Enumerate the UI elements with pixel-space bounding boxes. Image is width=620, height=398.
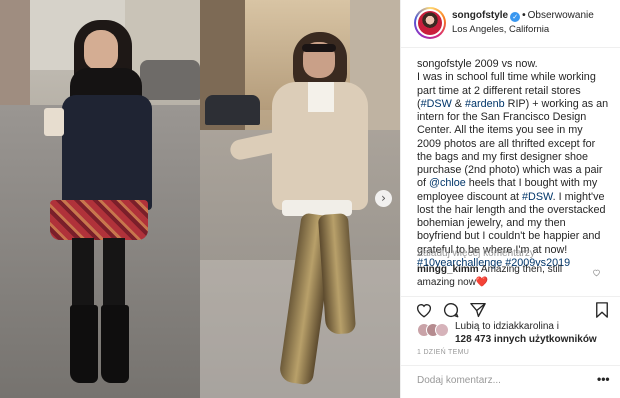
likes-line2: 128 473 innych użytkowników xyxy=(455,333,597,345)
chevron-right-icon[interactable]: › xyxy=(375,190,392,207)
post-header: songofstyle ✓ • Obserwowanie Los Angeles, C… xyxy=(401,0,620,48)
caption-line: lost the hair length and the overstacked xyxy=(417,204,617,217)
avatar[interactable] xyxy=(414,7,446,39)
caption-text: intern for the San Francisco Design xyxy=(417,111,587,123)
caption-text: Center. All the items you see in my xyxy=(417,124,583,137)
caption-line: employee discount at #DSW. I might've xyxy=(417,191,617,204)
post-photo[interactable]: › xyxy=(0,0,400,398)
caption-line: intern for the San Francisco Design xyxy=(417,111,617,124)
liker-avatar xyxy=(435,323,449,337)
caption-text: lost the hair length and the overstacked xyxy=(417,203,606,216)
comment-text-line2: amazing now xyxy=(417,276,476,288)
caption-line: 2009 photos are all thrifted except for xyxy=(417,138,617,151)
more-options-icon[interactable]: ••• xyxy=(597,372,610,386)
add-comment-section: ••• xyxy=(401,365,620,398)
hashtag-link[interactable]: #DSW xyxy=(421,98,452,110)
caption-text: part time at 2 different retail stores xyxy=(417,84,581,97)
heart-icon[interactable] xyxy=(415,301,433,319)
comment-like-heart-icon[interactable] xyxy=(592,268,601,277)
bookmark-icon[interactable] xyxy=(593,301,611,319)
comment-bubble-icon[interactable] xyxy=(442,301,460,319)
verified-badge-icon: ✓ xyxy=(510,12,521,22)
caption-line: songofstyle 2009 vs now. xyxy=(417,58,617,71)
mention-link[interactable]: @chloe xyxy=(429,177,466,189)
caption-line: bohemian jewelry, and my then xyxy=(417,217,617,230)
load-more-comments-button[interactable]: Załaduj więcej komentarzy xyxy=(417,248,535,259)
post-actions-bar xyxy=(401,296,620,320)
caption-text: . I might've xyxy=(552,190,605,203)
post-details-panel: songofstyle ✓ • Obserwowanie Los Angeles, C… xyxy=(400,0,620,398)
caption-line: (#DSW & #ardenb RIP) + working as an xyxy=(417,98,617,111)
post-caption: songofstyle 2009 vs now. I was in school … xyxy=(417,58,617,270)
username-link[interactable]: songofstyle xyxy=(452,10,508,21)
caption-text: employee discount at xyxy=(417,190,523,203)
following-button[interactable]: Obserwowanie xyxy=(528,10,594,21)
caption-line: Center. All the items you see in my xyxy=(417,124,617,137)
likes-text[interactable]: Lubią to idziakkarolina i 128 473 innych… xyxy=(455,321,597,346)
likes-summary: Lubią to idziakkarolina i 128 473 innych… xyxy=(417,321,617,347)
location-link[interactable]: Los Angeles, California xyxy=(452,24,549,35)
caption-text: 2009 photos are all thrifted except for xyxy=(417,137,596,150)
post-author: songofstyle ✓ • Obserwowanie xyxy=(452,10,594,22)
comment-username[interactable]: mingg_kimm xyxy=(417,264,479,275)
photo-2019 xyxy=(200,0,400,398)
caption-text: & xyxy=(451,97,466,110)
caption-text: bohemian jewelry, and my then xyxy=(417,217,566,229)
photo-2009 xyxy=(0,0,200,398)
post-timestamp[interactable]: 1 DZIEŃ TEMU xyxy=(417,349,469,356)
caption-line: I was in school full time while working xyxy=(417,71,617,84)
caption-line: purchase (2nd photo) which was a pair xyxy=(417,164,617,177)
caption-text: boyfriend but I couldn't be happier and xyxy=(417,230,601,243)
hashtag-link[interactable]: #DSW xyxy=(522,191,553,203)
likes-line1: Lubią to idziakkarolina i xyxy=(455,321,559,332)
caption-text: the bags and my first designer shoe xyxy=(417,150,589,163)
caption-line: of @chloe heels that I bought with my xyxy=(417,177,617,190)
caption-text: heels that I bought with my xyxy=(465,177,598,190)
hashtag-link[interactable]: #ardenb xyxy=(465,98,505,110)
caption-text: of xyxy=(417,177,430,190)
caption-line: boyfriend but I couldn't be happier and xyxy=(417,230,617,243)
add-comment-input[interactable] xyxy=(417,375,587,386)
share-arrow-icon[interactable] xyxy=(469,301,487,319)
heart-emoji: ❤️ xyxy=(475,276,489,288)
caption-text: RIP) + working as an xyxy=(504,97,609,110)
caption-text: I was in school full time while working xyxy=(417,71,596,84)
comment-text-line1: Amazing then, still xyxy=(480,264,563,275)
comment-item: mingg_kimm Amazing then, still amazing n… xyxy=(417,264,597,289)
caption-line: the bags and my first designer shoe xyxy=(417,151,617,164)
caption-text: purchase (2nd photo) which was a pair xyxy=(417,164,603,176)
caption-text: songofstyle 2009 vs now. xyxy=(417,58,538,70)
caption-line: part time at 2 different retail stores xyxy=(417,85,617,98)
